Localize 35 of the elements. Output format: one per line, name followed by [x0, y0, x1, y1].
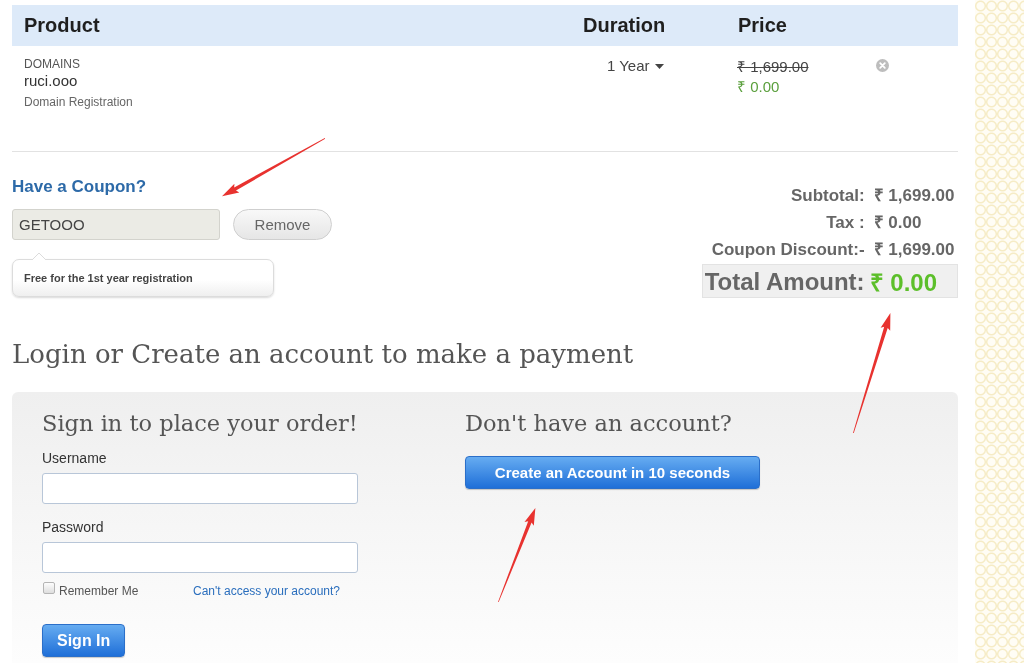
column-header: Price [737, 14, 788, 37]
column-header: Duration [582, 14, 667, 37]
summary-value: ₹ 1,699.00 [872, 185, 956, 207]
register-heading: Don't have an account? [465, 409, 732, 438]
summary-value: ₹ 1,699.00 [872, 239, 956, 261]
coupon-tooltip: Free for the 1st year registration [12, 259, 274, 297]
total-value: ₹ 0.00 [868, 268, 938, 298]
create-account-button[interactable]: Create an Account in 10 seconds [465, 456, 760, 489]
coupon-field[interactable]: GETOOO [12, 209, 220, 240]
coupon-heading: Have a Coupon? [12, 176, 147, 198]
login-heading: Login or Create an account to make a payment [12, 338, 635, 371]
summary-value: ₹ 0.00 [872, 212, 923, 234]
product-name: ruci.ooo [24, 71, 78, 91]
input-field[interactable] [42, 542, 358, 573]
remember-checkbox[interactable] [43, 582, 55, 594]
forgot-account-link[interactable]: Can't access your account? [193, 584, 341, 598]
summary-label: Coupon Discount:- [710, 239, 865, 261]
remember-label: Remember Me [59, 584, 139, 598]
original-price: ₹ 1,699.00 [737, 57, 809, 77]
field-label: Password [42, 518, 104, 536]
input-field[interactable] [42, 473, 358, 504]
product-description: Domain Registration [24, 94, 133, 110]
caret-icon [654, 63, 664, 69]
summary-label: Tax : [825, 212, 865, 234]
field-label: Username [42, 449, 107, 467]
remove-coupon-button[interactable]: Remove [233, 209, 332, 240]
column-header: Product [23, 14, 101, 37]
total-label: Total Amount: [703, 267, 865, 296]
discounted-price: ₹ 0.00 [737, 77, 780, 97]
product-category: DOMAINS [24, 57, 80, 71]
close-icon[interactable] [876, 59, 889, 72]
sign-in-heading: Sign in to place your order! [42, 409, 358, 438]
summary-label: Subtotal: [789, 185, 865, 207]
sign-in-button[interactable]: Sign In [42, 624, 125, 657]
duration-dropdown[interactable]: 1 Year [607, 57, 664, 75]
